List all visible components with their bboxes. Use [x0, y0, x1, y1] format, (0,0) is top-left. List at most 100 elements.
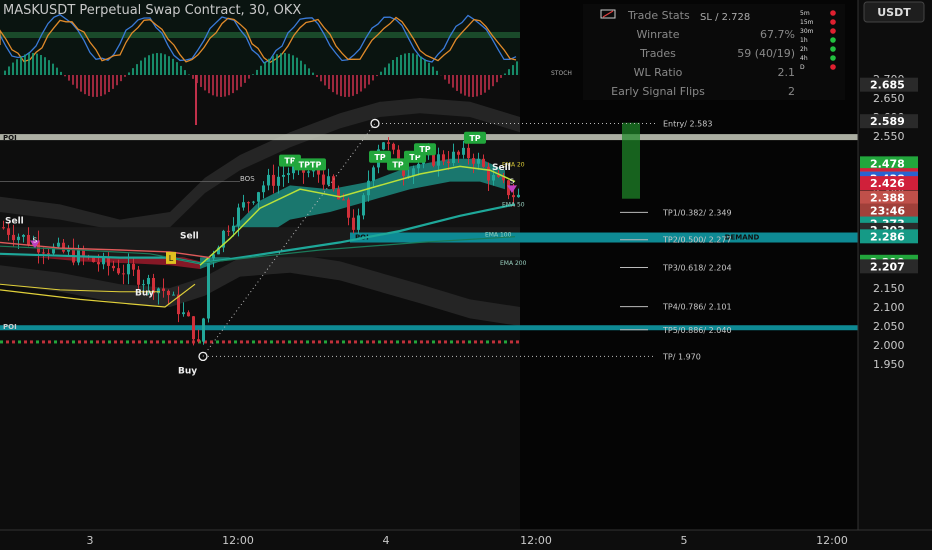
signal-strip-dot — [270, 340, 273, 344]
candle-body — [447, 161, 450, 164]
signal-strip-dot — [12, 340, 15, 344]
signal-strip-dot — [330, 340, 333, 344]
signal-strip-dot — [96, 340, 99, 344]
osc-histogram-bar — [12, 62, 14, 75]
price-chart[interactable]: POIPOI DEMANDPOI EMA 20EMA 50EMA 100EMA 2… — [0, 0, 932, 550]
osc-histogram-bar — [200, 75, 202, 87]
osc-histogram-bar — [444, 75, 446, 80]
candle-body — [307, 171, 310, 173]
signal-strip-dot — [354, 340, 357, 344]
candle-body — [332, 176, 335, 190]
osc-histogram-bar — [100, 75, 102, 97]
signal-strip-dot — [246, 340, 249, 344]
osc-histogram-bar — [104, 75, 106, 95]
osc-histogram-bar — [276, 54, 278, 75]
candle-body — [132, 263, 135, 270]
x-tick-label: 12:00 — [222, 534, 254, 547]
candle-body — [227, 230, 230, 232]
candle-body — [487, 166, 490, 181]
candle-body — [237, 207, 240, 226]
osc-histogram-bar — [292, 55, 294, 75]
candle-body — [512, 195, 515, 198]
signal-strip-dot — [384, 340, 387, 344]
candle-body — [112, 265, 115, 269]
osc-histogram-bar — [368, 75, 370, 85]
osc-histogram-bar — [420, 56, 422, 75]
osc-histogram-bar — [260, 65, 262, 75]
candle-body — [232, 225, 235, 232]
osc-histogram-bar — [360, 75, 362, 92]
osc-histogram-bar — [452, 75, 454, 88]
signal-strip-dot — [84, 340, 87, 344]
osc-histogram-bar — [72, 75, 74, 85]
y-tick-label: 2.050 — [873, 320, 905, 333]
candle-body — [172, 294, 175, 296]
osc-histogram-bar — [380, 71, 382, 75]
osc-histogram-bar — [128, 72, 130, 75]
candle-body — [382, 142, 385, 150]
signal-strip-dot — [462, 340, 465, 344]
osc-histogram-bar — [328, 75, 330, 90]
sell-signal: Sell — [5, 216, 24, 226]
candle-body — [342, 199, 345, 201]
signal-strip-dot — [180, 340, 183, 344]
mtf-status-dot — [830, 55, 836, 61]
mtf-label: 30m — [800, 28, 814, 35]
candle-body — [182, 312, 185, 315]
candle-body — [282, 174, 285, 177]
osc-histogram-bar — [236, 75, 238, 91]
mtf-status-dot — [830, 46, 836, 52]
osc-histogram-bar — [516, 61, 518, 75]
osc-histogram-bar — [272, 56, 274, 75]
signal-strip-dot — [126, 340, 129, 344]
osc-histogram-bar — [36, 53, 38, 75]
osc-histogram-bar — [132, 68, 134, 75]
ema-label: EMA 200 — [500, 260, 527, 267]
osc-histogram-bar — [188, 74, 190, 75]
candle-body — [337, 189, 340, 200]
osc-histogram-bar — [84, 75, 86, 95]
osc-histogram-bar — [64, 75, 66, 77]
signal-strip-dot — [120, 340, 123, 344]
osc-histogram-bar — [76, 75, 78, 89]
y-tick-label: 2.650 — [873, 92, 905, 105]
currency-button[interactable]: USDT — [863, 1, 925, 23]
candle-body — [127, 263, 130, 275]
osc-histogram-bar — [268, 58, 270, 75]
trade-level-label: TP5/0.886/ 2.040 — [662, 326, 732, 335]
candle-body — [492, 174, 495, 181]
candle-body — [467, 147, 470, 159]
price-badge-label: 2.426 — [870, 177, 905, 190]
signal-strip-dot — [444, 340, 447, 344]
signal-strip-dot — [492, 340, 495, 344]
candle-body — [192, 316, 195, 340]
signal-strip-dot — [78, 340, 81, 344]
trade-level-label: TP3/0.618/ 2.204 — [662, 263, 732, 272]
y-tick-label: 2.000 — [873, 339, 905, 352]
osc-histogram-bar — [136, 64, 138, 75]
candle-body — [462, 147, 465, 155]
time-axis[interactable]: 3 12:00 4 12:00 5 12:00 — [0, 529, 932, 550]
osc-histogram-bar — [48, 60, 50, 75]
osc-histogram-bar — [312, 72, 314, 75]
osc-histogram-bar — [112, 75, 114, 89]
signal-strip-dot — [378, 340, 381, 344]
candle-body — [442, 154, 445, 162]
osc-histogram-bar — [384, 67, 386, 75]
sl-label: SL / 2.728 — [700, 12, 750, 23]
stats-row-label: WL Ratio — [634, 66, 683, 79]
candle-body — [147, 277, 150, 285]
signal-strip-dot — [66, 340, 69, 344]
signal-strip-dot — [72, 340, 75, 344]
osc-histogram-bar — [60, 71, 62, 75]
mtf-label: 1h — [800, 37, 808, 44]
candle-body — [257, 192, 260, 202]
candle-body — [247, 202, 250, 204]
osc-histogram-bar — [364, 75, 366, 89]
osc-histogram-bar — [52, 63, 54, 75]
y-tick-label: 2.150 — [873, 282, 905, 295]
signal-strip-dot — [168, 340, 171, 344]
signal-strip-dot — [480, 340, 483, 344]
tp-marker-label: TP — [419, 145, 430, 154]
tp-marker-label: TP — [392, 160, 403, 169]
